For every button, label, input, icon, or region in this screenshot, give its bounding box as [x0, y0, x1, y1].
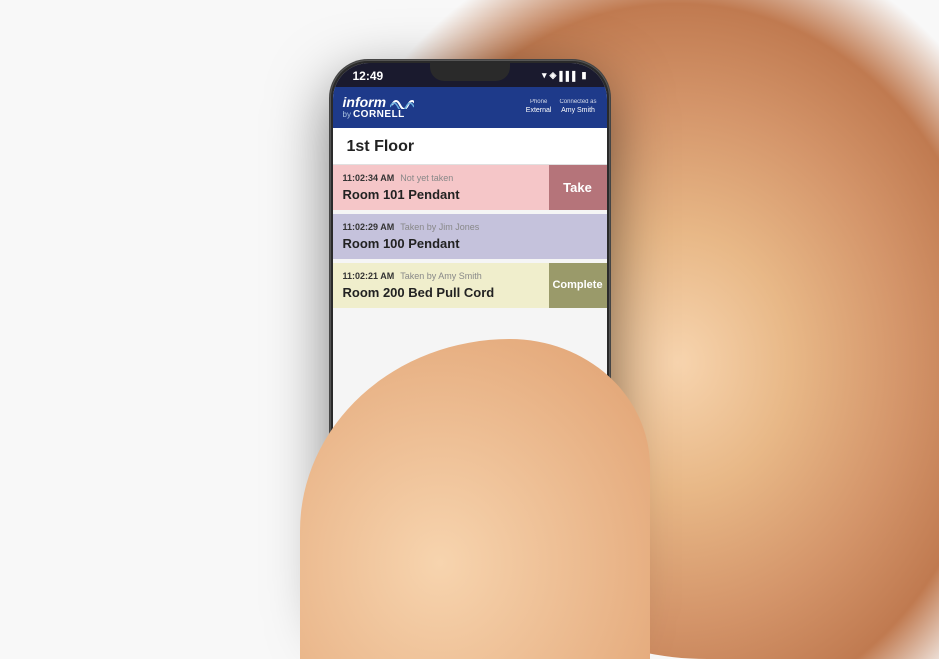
alert-item-3: 11:02:21 AM Taken by Amy Smith Room 200 … [333, 263, 607, 308]
alert-3-complete-button[interactable]: Complete [549, 263, 607, 308]
app-header: inform by CORNELL Ph [333, 87, 607, 128]
phone-info: Phone External [526, 99, 552, 116]
connected-value: Amy Smith [561, 107, 595, 114]
logo-waves-icon [390, 95, 414, 109]
alert-item-1: 11:02:34 AM Not yet taken Room 101 Penda… [333, 165, 607, 210]
connected-info: Connected as Amy Smith [559, 99, 596, 116]
alert-3-content: 11:02:21 AM Taken by Amy Smith Room 200 … [333, 263, 549, 308]
scene: 12:49 ▾ ◈ ▌▌▌ ▮ inform [0, 0, 939, 659]
phone-label: Phone [526, 99, 552, 107]
phone-value: External [526, 107, 552, 114]
header-connection-info: Phone External Connected as Amy Smith [526, 99, 597, 116]
alert-item-2: 11:02:29 AM Taken by Jim Jones Room 100 … [333, 214, 607, 259]
alert-3-status: Taken by Amy Smith [400, 271, 482, 281]
alert-2-title: Room 100 Pendant [343, 236, 597, 251]
logo-cornell: CORNELL [353, 110, 405, 120]
battery-icon: ▮ [582, 70, 587, 81]
alert-1-title: Room 101 Pendant [343, 187, 539, 202]
alert-1-meta: 11:02:34 AM Not yet taken [343, 173, 539, 183]
alert-3-meta: 11:02:21 AM Taken by Amy Smith [343, 271, 539, 281]
bluetooth-icon: ◈ [549, 70, 556, 81]
phone-notch [430, 63, 510, 81]
signal-icon: ▌▌▌ [559, 71, 578, 81]
app-logo: inform by CORNELL [343, 95, 415, 120]
alert-2-meta: 11:02:29 AM Taken by Jim Jones [343, 222, 597, 232]
alert-2-time: 11:02:29 AM [343, 222, 395, 232]
wifi-icon: ▾ [542, 70, 547, 81]
alert-3-title: Room 200 Bed Pull Cord [343, 285, 539, 300]
alert-1-status: Not yet taken [400, 173, 453, 183]
connected-label: Connected as [559, 99, 596, 107]
alert-1-content: 11:02:34 AM Not yet taken Room 101 Penda… [333, 165, 549, 210]
floor-title-bar: 1st Floor [333, 128, 607, 165]
alert-3-time: 11:02:21 AM [343, 271, 395, 281]
alert-1-take-button[interactable]: Take [549, 165, 607, 210]
logo-inform: inform [343, 95, 387, 109]
alert-1-time: 11:02:34 AM [343, 173, 395, 183]
alert-2-content: 11:02:29 AM Taken by Jim Jones Room 100 … [333, 214, 607, 259]
logo-by: by [343, 110, 351, 119]
status-time: 12:49 [353, 69, 384, 83]
status-icons: ▾ ◈ ▌▌▌ ▮ [542, 70, 587, 81]
floor-title-text: 1st Floor [347, 138, 415, 155]
alert-2-status: Taken by Jim Jones [400, 222, 479, 232]
